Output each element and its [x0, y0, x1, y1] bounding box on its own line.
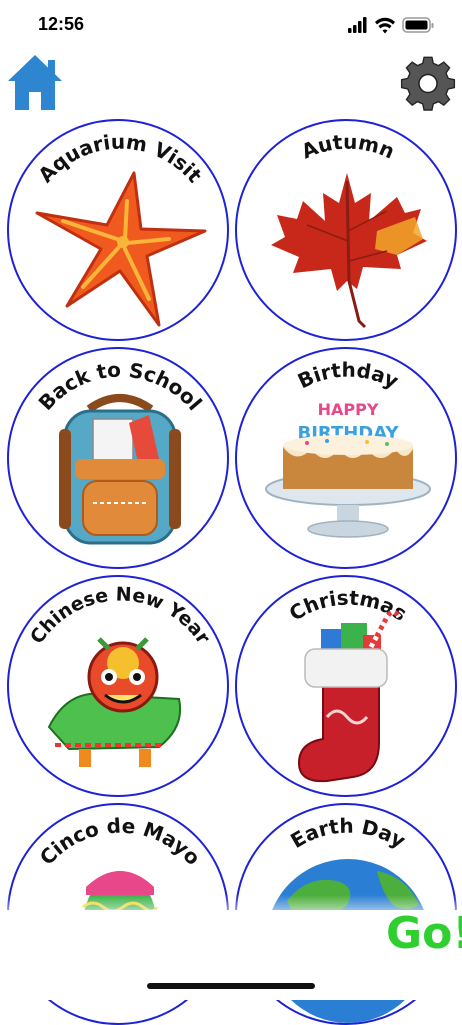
maple-leaf-icon [271, 173, 427, 329]
home-indicator[interactable] [147, 983, 315, 989]
tile-aquarium-visit[interactable]: Aquarium Visit [7, 119, 229, 341]
tile-chinese-new-year[interactable]: Chinese New Year [7, 575, 229, 797]
svg-text:HAPPY: HAPPY [318, 400, 379, 419]
starfish-icon [35, 171, 207, 327]
tile-back-to-school[interactable]: Back to School [7, 347, 229, 569]
backpack-icon [59, 394, 181, 545]
theme-grid: Aquarium Visit Autumn Back to School Bir… [0, 0, 462, 1025]
go-button[interactable]: Go! [386, 908, 462, 959]
tile-autumn[interactable]: Autumn [235, 119, 457, 341]
tile-christmas[interactable]: Christmas [235, 575, 457, 797]
stocking-icon [297, 609, 402, 783]
birthday-cake-icon: HAPPY BIRTHDAY [265, 400, 431, 538]
tile-birthday[interactable]: Birthday HAPPY BIRTHDAY [235, 347, 457, 569]
lion-dance-icon [47, 637, 181, 767]
